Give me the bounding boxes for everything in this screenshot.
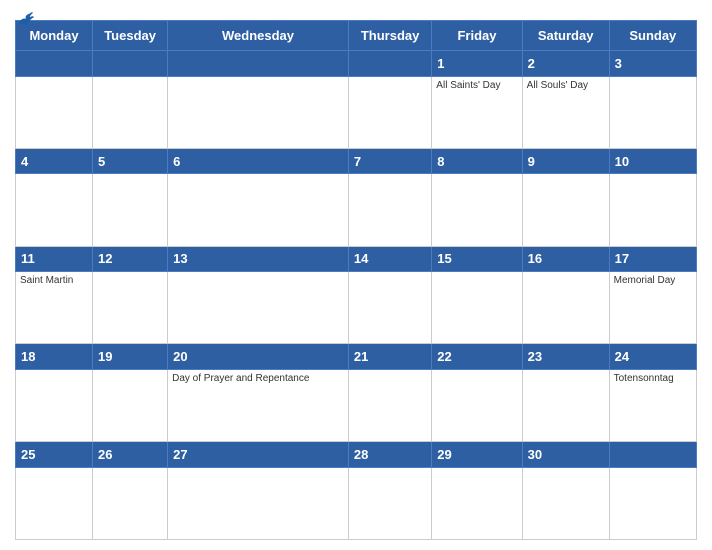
event-cell [16, 76, 93, 148]
day-number-cell: 29 [432, 442, 522, 468]
day-number-cell: 16 [522, 246, 609, 272]
day-number-cell: 4 [16, 148, 93, 174]
event-cell [522, 272, 609, 344]
event-cell: All Souls' Day [522, 76, 609, 148]
event-cell [348, 369, 431, 441]
week-1-number-row: 123 [16, 51, 697, 77]
day-number-cell: 1 [432, 51, 522, 77]
event-cell [93, 467, 168, 539]
event-cell [16, 467, 93, 539]
day-number-cell [16, 51, 93, 77]
week-2-number-row: 45678910 [16, 148, 697, 174]
day-number-cell [93, 51, 168, 77]
weekday-header-friday: Friday [432, 21, 522, 51]
page: MondayTuesdayWednesdayThursdayFridaySatu… [0, 0, 712, 550]
event-cell [348, 174, 431, 246]
event-cell [522, 467, 609, 539]
event-cell [522, 369, 609, 441]
event-cell [609, 76, 696, 148]
day-number-cell: 23 [522, 344, 609, 370]
day-number-cell: 25 [16, 442, 93, 468]
day-number-cell: 6 [168, 148, 349, 174]
event-cell [348, 272, 431, 344]
event-cell [168, 76, 349, 148]
event-cell [168, 272, 349, 344]
day-number-cell: 14 [348, 246, 431, 272]
day-number-cell: 3 [609, 51, 696, 77]
day-number-cell: 30 [522, 442, 609, 468]
day-number-cell: 18 [16, 344, 93, 370]
day-number-cell: 9 [522, 148, 609, 174]
day-number-cell [609, 442, 696, 468]
week-5-number-row: 252627282930 [16, 442, 697, 468]
weekday-header-wednesday: Wednesday [168, 21, 349, 51]
event-cell [432, 174, 522, 246]
event-cell [168, 174, 349, 246]
day-number-cell: 7 [348, 148, 431, 174]
week-5-event-row [16, 467, 697, 539]
day-number-cell: 15 [432, 246, 522, 272]
week-3-number-row: 11121314151617 [16, 246, 697, 272]
event-cell [168, 467, 349, 539]
event-cell [522, 174, 609, 246]
week-4-number-row: 18192021222324 [16, 344, 697, 370]
week-1-event-row: All Saints' DayAll Souls' Day [16, 76, 697, 148]
event-cell [432, 272, 522, 344]
logo [15, 10, 35, 28]
day-number-cell: 20 [168, 344, 349, 370]
day-number-cell: 13 [168, 246, 349, 272]
day-number-cell: 2 [522, 51, 609, 77]
logo-blue-text [15, 10, 35, 28]
day-number-cell: 19 [93, 344, 168, 370]
day-number-cell: 27 [168, 442, 349, 468]
event-cell [432, 467, 522, 539]
day-number-cell: 10 [609, 148, 696, 174]
week-3-event-row: Saint Martin Memorial Day [16, 272, 697, 344]
event-cell [609, 467, 696, 539]
day-number-cell: 17 [609, 246, 696, 272]
day-number-cell: 26 [93, 442, 168, 468]
weekday-header-tuesday: Tuesday [93, 21, 168, 51]
logo-bird-icon [17, 10, 35, 28]
event-cell [16, 174, 93, 246]
event-cell: All Saints' Day [432, 76, 522, 148]
event-cell [93, 369, 168, 441]
event-cell: Saint Martin [16, 272, 93, 344]
week-2-event-row [16, 174, 697, 246]
day-number-cell: 5 [93, 148, 168, 174]
event-cell: Totensonntag [609, 369, 696, 441]
day-number-cell: 8 [432, 148, 522, 174]
day-number-cell: 11 [16, 246, 93, 272]
calendar-table: MondayTuesdayWednesdayThursdayFridaySatu… [15, 20, 697, 540]
weekday-header-sunday: Sunday [609, 21, 696, 51]
event-cell [93, 174, 168, 246]
day-number-cell [168, 51, 349, 77]
header [15, 10, 697, 14]
week-4-event-row: Day of Prayer and Repentance Totensonntag [16, 369, 697, 441]
day-number-cell: 21 [348, 344, 431, 370]
event-cell [348, 467, 431, 539]
day-number-cell [348, 51, 431, 77]
event-cell [432, 369, 522, 441]
day-number-cell: 22 [432, 344, 522, 370]
day-number-cell: 24 [609, 344, 696, 370]
day-number-cell: 12 [93, 246, 168, 272]
weekday-header-row: MondayTuesdayWednesdayThursdayFridaySatu… [16, 21, 697, 51]
event-cell [609, 174, 696, 246]
event-cell [93, 272, 168, 344]
event-cell [93, 76, 168, 148]
weekday-header-thursday: Thursday [348, 21, 431, 51]
event-cell [348, 76, 431, 148]
event-cell: Memorial Day [609, 272, 696, 344]
event-cell [16, 369, 93, 441]
weekday-header-saturday: Saturday [522, 21, 609, 51]
day-number-cell: 28 [348, 442, 431, 468]
event-cell: Day of Prayer and Repentance [168, 369, 349, 441]
